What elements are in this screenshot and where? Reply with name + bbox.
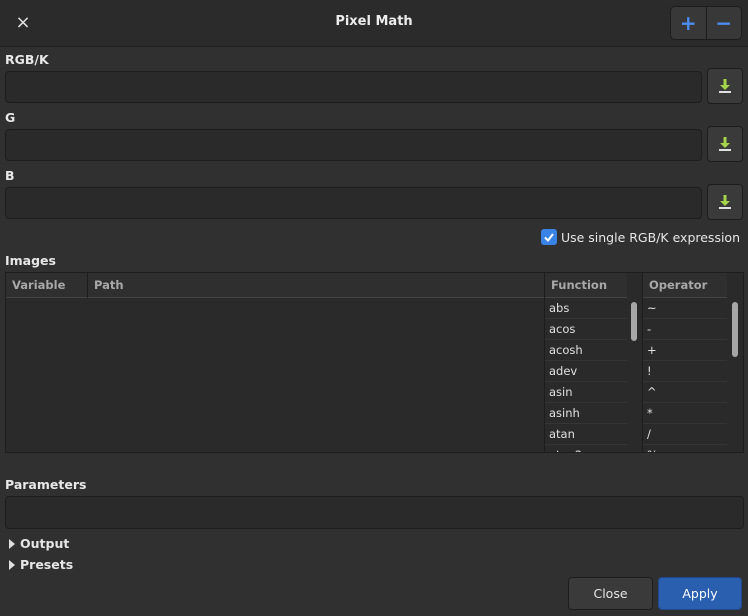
function-list: absacosacoshadevasinasinhatanatan2: [545, 298, 627, 452]
operator-column-header[interactable]: Operator: [643, 273, 727, 298]
operator-item[interactable]: !: [643, 361, 727, 382]
output-label: Output: [20, 536, 70, 551]
operator-scrollbar[interactable]: [728, 273, 742, 452]
operator-item[interactable]: /: [643, 424, 727, 445]
b-label: B: [5, 168, 15, 183]
function-column-header[interactable]: Function: [545, 273, 627, 298]
images-table: Variable Path Function abs acos acosh adev a…: [5, 272, 744, 453]
operator-item[interactable]: ~: [643, 298, 727, 319]
download-icon: [719, 79, 731, 93]
variable-column-header[interactable]: Variable: [6, 273, 87, 298]
function-item[interactable]: abs: [545, 298, 627, 319]
g-load-button[interactable]: [707, 126, 743, 162]
operator-list: ~-+!^*/%: [643, 298, 727, 452]
function-item[interactable]: asin: [545, 382, 627, 403]
zoom-button-group: + −: [670, 6, 742, 40]
parameters-field[interactable]: [5, 496, 744, 529]
function-item[interactable]: atan: [545, 424, 627, 445]
single-expression-checkbox[interactable]: [540, 229, 557, 245]
checkmark-icon: [544, 233, 554, 243]
function-item[interactable]: asinh: [545, 403, 627, 424]
function-scrollbar[interactable]: [627, 273, 641, 452]
path-column-header[interactable]: Path: [88, 273, 544, 298]
download-icon: [719, 195, 731, 209]
operator-item[interactable]: %: [643, 445, 727, 452]
function-item[interactable]: atan2: [545, 445, 627, 452]
zoom-out-button[interactable]: −: [705, 7, 742, 39]
presets-expander[interactable]: Presets: [9, 557, 73, 572]
function-item[interactable]: acosh: [545, 340, 627, 361]
presets-label: Presets: [20, 557, 74, 572]
function-scrollbar-thumb[interactable]: [631, 302, 637, 341]
apply-button[interactable]: Apply: [658, 577, 742, 610]
operator-scrollbar-thumb[interactable]: [732, 302, 738, 357]
b-expression-field[interactable]: [5, 187, 702, 219]
parameters-label: Parameters: [5, 477, 87, 492]
zoom-in-button[interactable]: +: [671, 7, 706, 39]
operator-item[interactable]: *: [643, 403, 727, 424]
output-expander[interactable]: Output: [9, 536, 69, 551]
function-item[interactable]: adev: [545, 361, 627, 382]
images-label: Images: [5, 253, 56, 268]
operator-item[interactable]: +: [643, 340, 727, 361]
operator-item[interactable]: ^: [643, 382, 727, 403]
g-label: G: [5, 110, 16, 125]
function-item[interactable]: acos: [545, 319, 627, 340]
expand-arrow-icon: [9, 538, 15, 549]
window-title: Pixel Math: [335, 14, 413, 29]
rgbk-label: RGB/K: [5, 52, 49, 67]
title-bar: × Pixel Math + −: [0, 0, 748, 47]
close-button[interactable]: Close: [568, 577, 653, 610]
expand-arrow-icon: [9, 559, 15, 570]
g-expression-field[interactable]: [5, 129, 702, 161]
rgbk-expression-field[interactable]: [5, 71, 702, 103]
b-load-button[interactable]: [707, 184, 743, 220]
single-expression-label: Use single RGB/K expression: [560, 229, 740, 245]
rgbk-load-button[interactable]: [707, 68, 743, 104]
single-expression-toggle[interactable]: Use single RGB/K expression: [540, 229, 740, 245]
download-icon: [719, 137, 731, 151]
operator-item[interactable]: -: [643, 319, 727, 340]
